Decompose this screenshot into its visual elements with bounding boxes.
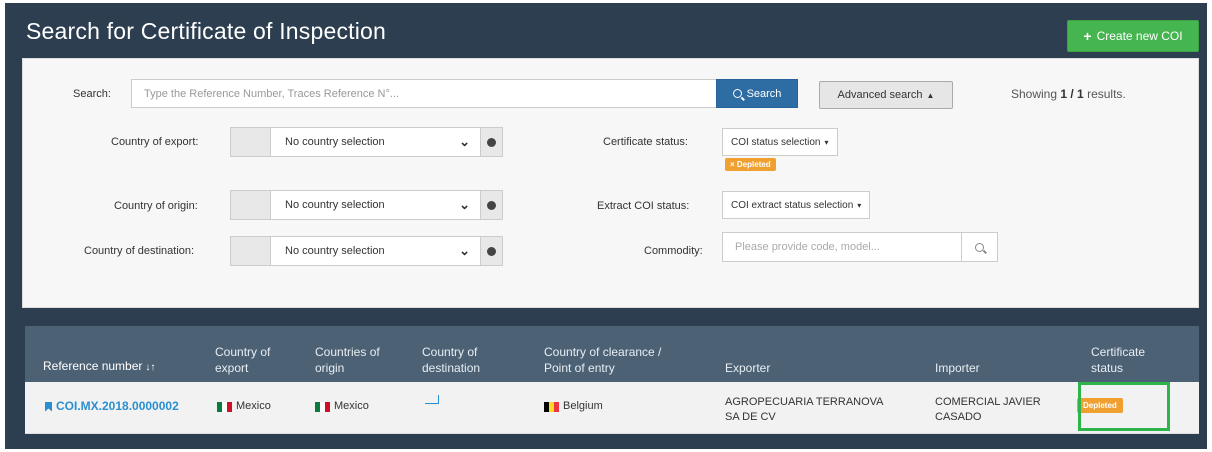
results-table-header: Reference number ↓↑ Country of export Cou… — [25, 326, 1199, 382]
caret-down-icon: ▾ — [824, 137, 829, 147]
mexico-flag-icon — [217, 401, 232, 412]
chevron-down-icon: ⌄ — [459, 197, 470, 212]
search-panel: Search: Type the Reference Number, Trace… — [22, 58, 1199, 308]
country-of-clearance-cell: Belgium — [544, 399, 603, 414]
extract-coi-status-select[interactable]: COI extract status selection ▾ — [722, 191, 871, 219]
flag-placeholder — [230, 190, 270, 220]
flag-placeholder — [230, 127, 270, 157]
country-of-export-field: No country selection ⌄ — [230, 127, 503, 157]
importer-cell: COMERCIAL JAVIER CASADO — [935, 396, 1041, 423]
country-of-destination-cell — [425, 395, 439, 404]
certificate-status-select[interactable]: COI status selection ▾ — [722, 128, 838, 156]
column-country-of-export: Country of export — [215, 345, 271, 375]
exporter-cell: AGROPECUARIA TERRANOVA SA DE CV — [725, 396, 884, 423]
globe-button[interactable] — [481, 190, 503, 220]
extract-coi-status-label: Extract COI status: — [597, 200, 690, 212]
column-exporter: Exporter — [725, 361, 771, 375]
column-reference-number[interactable]: Reference number ↓↑ — [43, 358, 155, 376]
caret-down-icon: ▾ — [857, 200, 862, 210]
search-input[interactable]: Type the Reference Number, Traces Refere… — [131, 79, 717, 108]
country-of-destination-select[interactable]: No country selection ⌄ — [270, 236, 481, 266]
caret-up-icon: ▲ — [926, 90, 935, 100]
globe-icon — [487, 137, 496, 147]
certificate-status-label: Certificate status: — [603, 136, 688, 148]
country-of-destination-label: Country of destination: — [84, 245, 195, 257]
globe-button[interactable] — [481, 127, 503, 157]
create-new-coi-label: Create new COI — [1096, 29, 1183, 43]
globe-button[interactable] — [481, 236, 503, 266]
search-placeholder: Type the Reference Number, Traces Refere… — [144, 87, 400, 100]
country-of-export-select[interactable]: No country selection ⌄ — [270, 127, 481, 157]
coi-search-page: Search for Certificate of Inspection + C… — [5, 3, 1207, 449]
empty-flag-icon — [425, 395, 439, 404]
search-button[interactable]: Search — [716, 79, 798, 108]
results-count: 1 / 1 — [1060, 87, 1084, 101]
country-of-origin-select[interactable]: No country selection ⌄ — [270, 190, 481, 220]
column-certificate-status: Certificate status — [1091, 345, 1146, 375]
bookmark-icon — [45, 401, 52, 412]
search-icon — [975, 242, 984, 252]
mexico-flag-icon — [315, 401, 330, 412]
column-countries-of-origin: Countries of origin — [315, 345, 380, 375]
commodity-label: Commodity: — [644, 245, 703, 257]
country-of-origin-label: Country of origin: — [114, 200, 198, 212]
flag-placeholder — [230, 236, 270, 266]
advanced-search-button[interactable]: Advanced search ▲ — [819, 81, 953, 109]
chevron-down-icon: ⌄ — [459, 134, 470, 149]
column-country-of-clearance: Country of clearance / Point of entry — [544, 345, 662, 375]
search-label: Search: — [73, 88, 111, 100]
advanced-search-label: Advanced search — [837, 89, 923, 101]
page-title: Search for Certificate of Inspection — [26, 18, 387, 44]
table-row: COI.MX.2018.0000002 Mexico Mexico Belgiu… — [25, 382, 1199, 434]
column-country-of-destination: Country of destination — [422, 345, 481, 375]
country-of-export-label: Country of export: — [111, 136, 199, 148]
depleted-filter-tag[interactable]: × Depleted — [725, 158, 776, 171]
country-of-destination-field: No country selection ⌄ — [230, 236, 503, 266]
country-of-export-cell: Mexico — [217, 399, 271, 414]
highlight-box — [1078, 382, 1170, 431]
results-summary: Showing 1 / 1 results. — [1011, 87, 1126, 101]
globe-icon — [487, 200, 496, 210]
country-of-origin-field: No country selection ⌄ — [230, 190, 503, 220]
reference-link[interactable]: COI.MX.2018.0000002 — [56, 399, 179, 414]
plus-icon: + — [1083, 28, 1092, 44]
remove-icon: × — [730, 160, 735, 169]
commodity-field: Please provide code, model... — [722, 232, 998, 262]
countries-of-origin-cell: Mexico — [315, 399, 369, 414]
belgium-flag-icon — [544, 401, 559, 412]
create-new-coi-button[interactable]: + Create new COI — [1067, 20, 1199, 52]
column-importer: Importer — [935, 361, 980, 375]
sort-icon[interactable]: ↓↑ — [145, 362, 155, 373]
reference-cell[interactable]: COI.MX.2018.0000002 — [45, 399, 179, 414]
commodity-input[interactable]: Please provide code, model... — [722, 232, 962, 262]
commodity-search-button[interactable] — [962, 232, 998, 262]
chevron-down-icon: ⌄ — [459, 243, 470, 258]
search-button-label: Search — [746, 87, 782, 100]
globe-icon — [487, 246, 496, 256]
search-icon — [732, 89, 742, 98]
